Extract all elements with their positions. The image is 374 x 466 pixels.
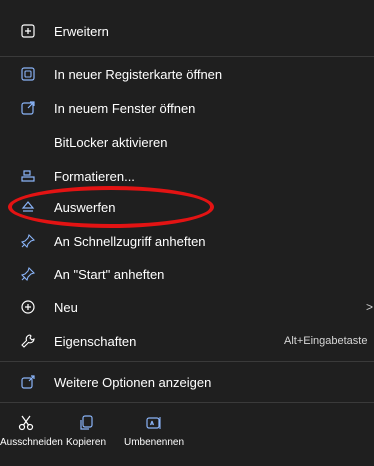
menu-item-bitlocker[interactable]: BitLocker aktivieren [0,125,374,159]
menu-item-properties[interactable]: Eigenschaften Alt+Eingabetaste [0,324,374,358]
menu-item-label: An Schnellzugriff anheften [54,233,206,249]
menu-item-label: Weitere Optionen anzeigen [54,374,212,390]
menu-item-label: In neuem Fenster öffnen [54,100,196,116]
menu-item-label: Eigenschaften [54,333,137,349]
menu-item-more-options[interactable]: Weitere Optionen anzeigen [0,365,374,399]
rename-icon [145,414,163,432]
wrench-icon [20,333,36,349]
copy-label: Kopieren [65,437,107,448]
copy-icon [77,414,95,432]
chevron-right-icon: > [366,300,374,314]
context-menu: Erweitern In neuer Registerkarte öffnen … [0,0,374,466]
pin-icon [20,266,36,282]
menu-item-label: Auswerfen [54,199,116,215]
open-new-tab-icon [20,66,36,82]
rename-button[interactable]: Umbenennen [120,404,188,466]
menu-item-label: In neuer Registerkarte öffnen [54,66,223,82]
keyboard-shortcut: Alt+Eingabetaste [284,335,368,347]
menu-item-pin-quick-access[interactable]: An Schnellzugriff anheften [0,224,374,258]
cut-label: Ausschneiden [0,437,63,448]
cut-button[interactable]: Ausschneiden [0,404,63,466]
format-drive-icon [20,168,36,184]
menu-item-expand[interactable]: Erweitern [0,14,374,48]
pin-icon [20,233,36,249]
menu-item-open-new-window[interactable]: In neuem Fenster öffnen [0,91,374,125]
menu-item-label: Formatieren... [54,168,135,184]
copy-button[interactable]: Kopieren [56,404,116,466]
menu-item-open-new-tab[interactable]: In neuer Registerkarte öffnen [0,57,374,91]
menu-item-label: Neu [54,299,78,315]
new-plus-icon [20,299,36,315]
scissors-icon [17,414,35,432]
eject-icon [20,199,36,215]
command-bar: Ausschneiden Kopieren Umbenennen [0,404,374,466]
rename-label: Umbenennen [123,437,185,448]
more-options-icon [20,374,36,390]
menu-item-label: An "Start" anheften [54,266,165,282]
menu-item-label: BitLocker aktivieren [54,134,168,150]
menu-item-pin-start[interactable]: An "Start" anheften [0,257,374,291]
separator [0,361,374,362]
menu-item-format[interactable]: Formatieren... [0,159,374,193]
menu-item-label: Erweitern [54,23,109,39]
menu-item-eject[interactable]: Auswerfen [0,190,374,224]
open-new-window-icon [20,100,36,116]
expand-plus-icon [20,23,36,39]
separator [0,402,374,403]
menu-item-new[interactable]: Neu > [0,290,374,324]
